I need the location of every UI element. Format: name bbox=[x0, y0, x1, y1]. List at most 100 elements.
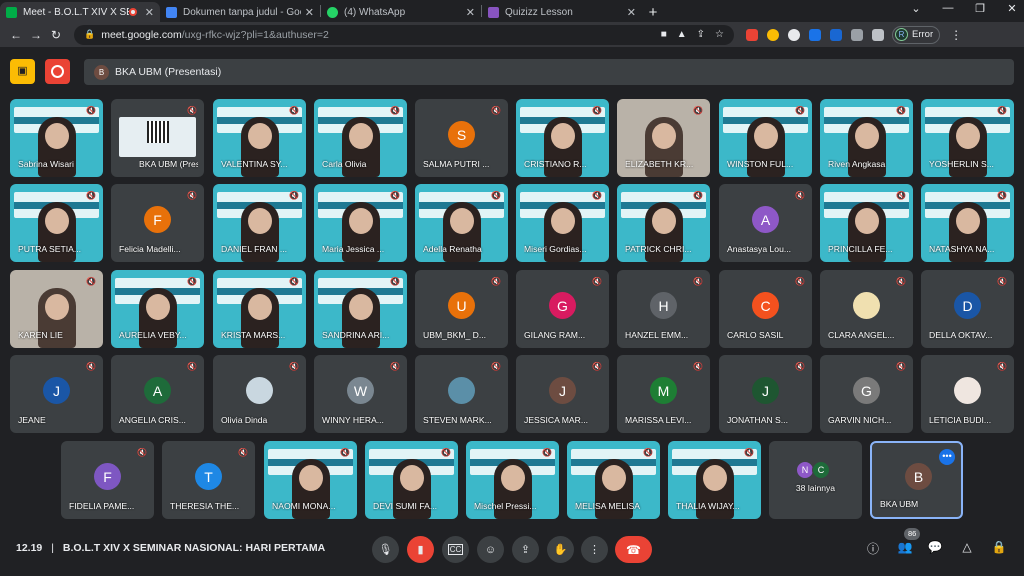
tab-docs[interactable]: Dokumen tanpa judul - Google D ✕ bbox=[160, 2, 320, 22]
extension-icon[interactable] bbox=[830, 28, 842, 41]
participant-tile[interactable]: 🔇 Riven Angkasa bbox=[820, 99, 913, 177]
meeting-details-icon[interactable]: ⓘ bbox=[864, 540, 882, 558]
extension-icon[interactable] bbox=[746, 28, 758, 41]
participant-tile[interactable]: T 🔇 THERESIA THE... bbox=[162, 441, 255, 519]
tab-quizizz[interactable]: Quizizz Lesson ✕ bbox=[482, 2, 642, 22]
present-button[interactable]: ⇪ bbox=[512, 536, 539, 563]
participant-tile[interactable]: 🔇 BKA UBM (Presentasi) bbox=[111, 99, 204, 177]
participant-tile[interactable]: 🔇 VALENTINA SY... bbox=[213, 99, 306, 177]
participant-tile[interactable]: F 🔇 FIDELIA PAME... bbox=[61, 441, 154, 519]
participant-tile[interactable]: F 🔇 Felicia Madelli... bbox=[111, 184, 204, 262]
participant-name: CARLO SASIL bbox=[727, 330, 784, 340]
more-options-icon[interactable]: ••• bbox=[939, 449, 955, 465]
participant-tile[interactable]: 🔇 Mischel Pressi... bbox=[466, 441, 559, 519]
participant-tile[interactable]: 🔇 PATRICK CHRI... bbox=[617, 184, 710, 262]
participant-tile[interactable]: 🔇 KRISTA MARS... bbox=[213, 270, 306, 348]
participant-tile[interactable]: M 🔇 MARISSA LEVI... bbox=[617, 355, 710, 433]
participant-tile[interactable]: G 🔇 GARVIN NICH... bbox=[820, 355, 913, 433]
participant-tile[interactable]: 🔇 YOSHERLIN S... bbox=[921, 99, 1014, 177]
profile-error-button[interactable]: R Error bbox=[892, 25, 941, 44]
mic-blocked-icon[interactable]: ▲ bbox=[677, 29, 687, 40]
chat-icon[interactable]: 💬 bbox=[926, 540, 944, 558]
participant-tile[interactable]: 🔇 THALIA WIJAY... bbox=[668, 441, 761, 519]
mic-muted-icon: 🔇 bbox=[340, 448, 350, 457]
participant-tile[interactable]: 🔇 CLARA ANGEL... bbox=[820, 270, 913, 348]
participant-tile[interactable]: 🔇 NATASHYA NA... bbox=[921, 184, 1014, 262]
tab-meet[interactable]: Meet - B.O.L.T XIV X SEMINAR ✕ bbox=[0, 2, 160, 22]
participant-tile[interactable]: 🔇 MELISA MELISA bbox=[567, 441, 660, 519]
participant-tile[interactable]: 🔇 Miseri Gordias... bbox=[516, 184, 609, 262]
more-options-button[interactable]: ⋮ bbox=[581, 536, 608, 563]
address-bar[interactable]: 🔒 meet.google.com /uxg-rfkc-wjz?pli=1&au… bbox=[74, 24, 734, 45]
close-icon[interactable]: ✕ bbox=[305, 6, 314, 19]
participant-tile[interactable]: J 🔇 JEANE bbox=[10, 355, 103, 433]
participant-tile[interactable]: 🔇 Maria Jessica ... bbox=[314, 184, 407, 262]
activities-icon[interactable]: △ bbox=[958, 540, 976, 558]
raise-hand-button[interactable]: ✋ bbox=[547, 536, 574, 563]
close-icon[interactable]: ✕ bbox=[627, 6, 636, 19]
participant-tile[interactable]: J 🔇 JESSICA MAR... bbox=[516, 355, 609, 433]
participant-tile[interactable]: 🔇 DANIEL FRAN ... bbox=[213, 184, 306, 262]
extension-icon[interactable] bbox=[788, 28, 800, 41]
minimize-icon[interactable]: — bbox=[932, 2, 964, 15]
close-icon[interactable]: ✕ bbox=[466, 6, 475, 19]
tab-search-icon[interactable]: ⌄ bbox=[900, 2, 932, 15]
sidepanel-icon[interactable] bbox=[872, 28, 884, 41]
participant-tile[interactable]: U 🔇 UBM_BKM_ D... bbox=[415, 270, 508, 348]
stop-presenting-button[interactable]: ▣ bbox=[10, 59, 35, 84]
participant-tile[interactable]: 🔇 CRISTIANO R... bbox=[516, 99, 609, 177]
browser-tab-strip: Meet - B.O.L.T XIV X SEMINAR ✕ Dokumen t… bbox=[0, 0, 1024, 22]
share-icon[interactable]: ⇪ bbox=[697, 29, 705, 40]
presentation-banner[interactable]: B BKA UBM (Presentasi) bbox=[84, 59, 1014, 85]
participant-tile[interactable]: 🔇 PRINCILLA FE... bbox=[820, 184, 913, 262]
tab-whatsapp[interactable]: (4) WhatsApp ✕ bbox=[321, 2, 481, 22]
participant-tile[interactable]: A 🔇 Anastasya Lou... bbox=[719, 184, 812, 262]
captions-button[interactable]: CC bbox=[442, 536, 469, 563]
participant-tile[interactable]: 🔇 NAOMI MONA... bbox=[264, 441, 357, 519]
people-icon[interactable]: 👥 bbox=[896, 540, 914, 558]
participant-tile[interactable]: 🔇 PUTRA SETIA... bbox=[10, 184, 103, 262]
participant-tile[interactable]: S 🔇 SALMA PUTRI ... bbox=[415, 99, 508, 177]
puzzle-icon[interactable] bbox=[851, 28, 863, 41]
participant-tile[interactable]: 🔇 Sabrina Wisari bbox=[10, 99, 103, 177]
participant-tile[interactable]: 🔇 Olivia Dinda bbox=[213, 355, 306, 433]
bookmark-star-icon[interactable]: ☆ bbox=[715, 29, 724, 40]
maximize-icon[interactable]: ❐ bbox=[964, 2, 996, 15]
participant-tile[interactable]: D 🔇 DELLA OKTAV... bbox=[921, 270, 1014, 348]
participant-tile[interactable]: A 🔇 ANGELIA CRIS... bbox=[111, 355, 204, 433]
participant-tile[interactable]: C 🔇 CARLO SASIL bbox=[719, 270, 812, 348]
reload-icon[interactable]: ↻ bbox=[46, 28, 66, 42]
participant-tile[interactable]: 🔇 ELIZABETH KR... bbox=[617, 99, 710, 177]
others-tile[interactable]: N C 38 lainnya bbox=[769, 441, 862, 519]
participant-tile[interactable]: 🔇 Adella Renatha bbox=[415, 184, 508, 262]
recording-button[interactable] bbox=[45, 59, 70, 84]
participant-tile[interactable]: 🔇 KAREN LIE bbox=[10, 270, 103, 348]
close-icon[interactable]: ✕ bbox=[145, 6, 154, 19]
microphone-button[interactable]: 🎙 bbox=[372, 536, 399, 563]
host-controls-icon[interactable]: 🔒 bbox=[990, 540, 1008, 558]
forward-icon[interactable]: → bbox=[26, 28, 46, 42]
participant-tile[interactable]: 🔇 AURELIA VEBY... bbox=[111, 270, 204, 348]
reactions-button[interactable]: ☺ bbox=[477, 536, 504, 563]
participant-tile[interactable]: J 🔇 JONATHAN S... bbox=[719, 355, 812, 433]
participant-tile[interactable]: 🔇 DEVI SUMI FA... bbox=[365, 441, 458, 519]
menu-icon[interactable]: ⋮ bbox=[946, 28, 966, 42]
participant-face bbox=[45, 123, 69, 149]
participant-tile[interactable]: 🔇 WINSTON FUL... bbox=[719, 99, 812, 177]
extension-icon[interactable] bbox=[767, 28, 779, 41]
participant-tile[interactable]: H 🔇 HANZEL EMM... bbox=[617, 270, 710, 348]
participant-tile[interactable]: 🔇 STEVEN MARK... bbox=[415, 355, 508, 433]
close-window-icon[interactable]: ✕ bbox=[996, 2, 1024, 15]
participant-tile[interactable]: W 🔇 WINNY HERA... bbox=[314, 355, 407, 433]
back-icon[interactable]: ← bbox=[6, 28, 26, 42]
self-view-tile[interactable]: B ••• BKA UBM bbox=[870, 441, 963, 519]
participant-tile[interactable]: 🔇 SANDRINA ARI... bbox=[314, 270, 407, 348]
leave-call-button[interactable]: ☎ bbox=[615, 536, 652, 563]
new-tab-button[interactable]: + bbox=[642, 2, 664, 22]
participant-tile[interactable]: 🔇 Carla Olivia bbox=[314, 99, 407, 177]
camera-icon[interactable]: ■ bbox=[661, 29, 667, 40]
camera-button[interactable]: ▮ bbox=[407, 536, 434, 563]
extension-icon[interactable] bbox=[809, 28, 821, 41]
participant-tile[interactable]: 🔇 LETICIA BUDI... bbox=[921, 355, 1014, 433]
participant-tile[interactable]: G 🔇 GILANG RAM... bbox=[516, 270, 609, 348]
